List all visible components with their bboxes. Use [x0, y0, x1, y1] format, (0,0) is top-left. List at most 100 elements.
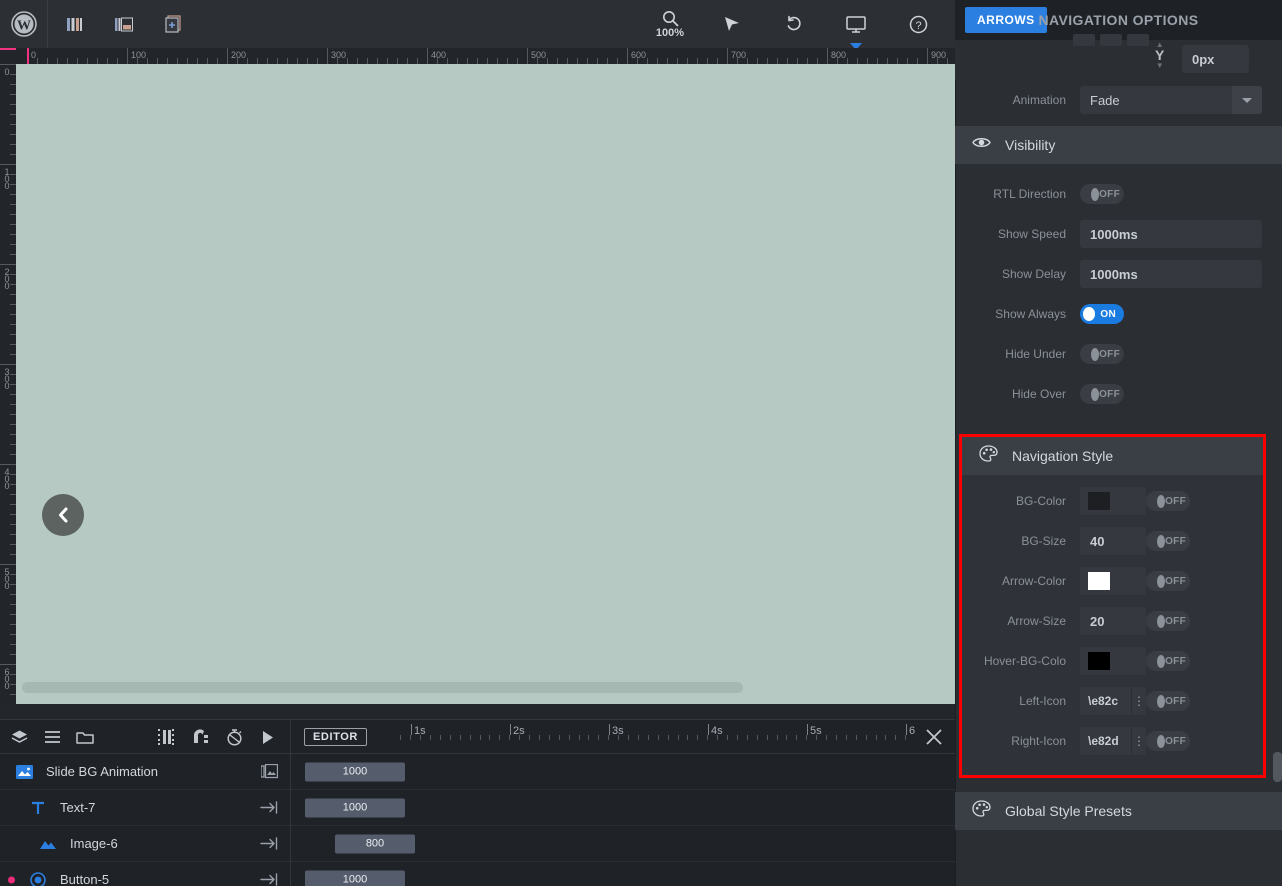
- section-header-global-style-presets[interactable]: Global Style Presets: [955, 792, 1282, 830]
- timeline-time-ruler[interactable]: 1s2s3s4s5s6s: [391, 720, 915, 754]
- timeline-row-label[interactable]: Slide BG Animation: [0, 754, 291, 789]
- animation-select[interactable]: Fade: [1080, 86, 1262, 114]
- editor-mode-button[interactable]: EDITOR: [304, 728, 367, 746]
- toggle-hide-over[interactable]: OFF: [1080, 384, 1124, 404]
- magnet-icon[interactable]: [190, 727, 210, 747]
- offset-y-input[interactable]: 0px: [1182, 45, 1249, 73]
- layout-sidebar-icon[interactable]: [112, 12, 136, 36]
- guide-marker-vertical: [27, 48, 29, 64]
- timeline-row-label[interactable]: Button-5: [0, 862, 291, 886]
- timeline-tick: [657, 735, 659, 740]
- toggle-show-always[interactable]: ON: [1080, 304, 1124, 324]
- toggle-bg-color[interactable]: OFF: [1146, 491, 1190, 511]
- navigation-style-highlight-box: Navigation Style BG-Color OFF BG-Size 40 OFF…: [959, 434, 1266, 778]
- table-row[interactable]: Image-6 800: [0, 826, 955, 862]
- table-row[interactable]: Text-7 1000: [0, 790, 955, 826]
- icon-input-right-icon[interactable]: \e82d ⋮: [1080, 727, 1146, 755]
- timeline-bar[interactable]: 1000: [305, 762, 405, 781]
- timeline-tick: [905, 735, 907, 740]
- layer-name-label: Slide BG Animation: [46, 764, 159, 779]
- setting-label: Arrow-Color: [1001, 574, 1066, 588]
- toggle-right-icon[interactable]: OFF: [1146, 731, 1190, 751]
- help-icon[interactable]: ?: [901, 4, 935, 44]
- offset-y-axis-label[interactable]: ▲ Y ▼: [1155, 41, 1164, 70]
- more-options-icon[interactable]: ⋮: [1131, 687, 1146, 715]
- timeline-tick: [400, 735, 402, 740]
- setting-row: BG-Color OFF: [962, 481, 1263, 521]
- chevron-down-icon[interactable]: [1232, 86, 1262, 114]
- timeline-tick: [469, 735, 471, 740]
- timeline-row-label[interactable]: Image-6: [0, 826, 291, 861]
- close-icon[interactable]: [923, 726, 945, 748]
- setting-row: Hide Over OFF: [955, 374, 1282, 414]
- setting-row: Hide Under OFF: [955, 334, 1282, 374]
- undo-icon[interactable]: [777, 4, 811, 44]
- ruler-tick: [427, 48, 428, 64]
- toggle-hover-bg-colo[interactable]: OFF: [1146, 651, 1190, 671]
- offset-preset-swatches[interactable]: [1073, 34, 1149, 46]
- ruler-tick-vertical: [0, 264, 16, 265]
- color-picker-hover-bg-colo[interactable]: [1080, 647, 1146, 675]
- align-end-icon[interactable]: [260, 835, 278, 853]
- toggle-arrow-color[interactable]: OFF: [1146, 571, 1190, 591]
- palette-icon: [972, 800, 991, 822]
- columns-icon[interactable]: [62, 12, 86, 36]
- align-end-icon[interactable]: [260, 871, 278, 886]
- timeline-row-label[interactable]: Text-7: [0, 790, 291, 825]
- cursor-icon[interactable]: [715, 4, 749, 44]
- timeline-tick: [479, 735, 481, 740]
- toggle-left-icon[interactable]: OFF: [1146, 691, 1190, 711]
- zoom-icon[interactable]: 100%: [653, 4, 687, 44]
- tab-arrows[interactable]: ARROWS: [965, 7, 1047, 33]
- timeline-tick: [677, 735, 679, 740]
- slide-canvas[interactable]: [16, 64, 955, 704]
- desktop-icon[interactable]: [839, 4, 873, 50]
- toggle-arrow-size[interactable]: OFF: [1146, 611, 1190, 631]
- gallery-icon[interactable]: [260, 763, 278, 781]
- color-picker-bg-color[interactable]: [1080, 487, 1146, 515]
- toggle-rtl-direction[interactable]: OFF: [1080, 184, 1124, 204]
- toggle-bg-size[interactable]: OFF: [1146, 531, 1190, 551]
- toggle-hide-under[interactable]: OFF: [1080, 344, 1124, 364]
- icon-input-left-icon[interactable]: \e82c ⋮: [1080, 687, 1146, 715]
- toolbar-left-icons: [48, 12, 186, 36]
- folder-icon[interactable]: [75, 727, 95, 747]
- stopwatch-icon[interactable]: [224, 727, 244, 747]
- timeline-bar[interactable]: 1000: [305, 870, 405, 886]
- timeline-tick: [439, 735, 441, 740]
- timeline-tick: [628, 735, 629, 740]
- layers-icon[interactable]: [9, 727, 29, 747]
- section-header-navigation-style[interactable]: Navigation Style: [962, 437, 1263, 475]
- more-options-icon[interactable]: ⋮: [1131, 727, 1146, 755]
- input-bg-size[interactable]: 40: [1080, 527, 1146, 555]
- vertical-ruler[interactable]: 0 100 200 300 400 500 600: [0, 64, 16, 704]
- input-show-speed[interactable]: 1000ms: [1080, 220, 1262, 248]
- offset-swatch[interactable]: [1073, 34, 1095, 46]
- color-picker-arrow-color[interactable]: [1080, 567, 1146, 595]
- ruler-tick-vertical: [0, 564, 16, 565]
- play-icon[interactable]: [258, 727, 278, 747]
- color-swatch: [1088, 572, 1110, 590]
- table-row[interactable]: Button-5 1000: [0, 862, 955, 886]
- panel-scrollbar[interactable]: [1273, 752, 1282, 782]
- align-end-icon[interactable]: [260, 799, 278, 817]
- setting-row: Arrow-Size 20 OFF: [962, 601, 1263, 641]
- input-arrow-size[interactable]: 20: [1080, 607, 1146, 635]
- timeline-tick: [845, 735, 847, 740]
- timeline-tick: [835, 735, 837, 740]
- timeline-tick: [608, 735, 610, 740]
- horizontal-ruler[interactable]: 0 100 200 300 400 500 600 700 800 900: [0, 48, 955, 64]
- add-slide-icon[interactable]: [162, 12, 186, 36]
- canvas-horizontal-scrollbar[interactable]: [22, 682, 743, 693]
- table-row[interactable]: Slide BG Animation 1000: [0, 754, 955, 790]
- timeline-bar[interactable]: 800: [335, 834, 415, 853]
- offset-swatch[interactable]: [1100, 34, 1122, 46]
- wordpress-logo-icon[interactable]: W: [0, 0, 48, 48]
- grid-snap-icon[interactable]: [156, 727, 176, 747]
- section-header-visibility[interactable]: Visibility: [955, 126, 1282, 164]
- slider-prev-arrow-button[interactable]: [42, 494, 84, 536]
- timeline-bar[interactable]: 1000: [305, 798, 405, 817]
- offset-swatch[interactable]: [1127, 34, 1149, 46]
- list-icon[interactable]: [42, 727, 62, 747]
- input-show-delay[interactable]: 1000ms: [1080, 260, 1262, 288]
